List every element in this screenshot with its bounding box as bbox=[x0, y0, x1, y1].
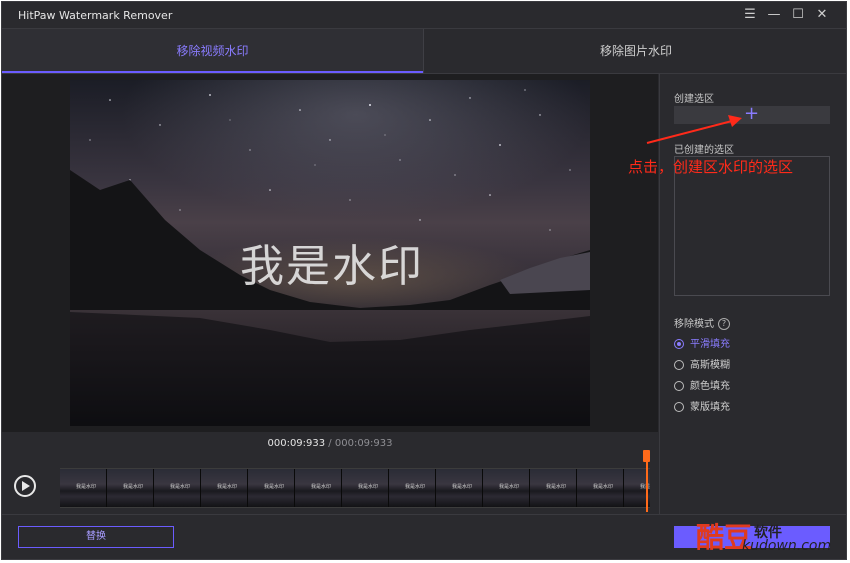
timeline-thumbnail: 我是水印 bbox=[342, 469, 389, 507]
tab-remove-image-watermark[interactable]: 移除图片水印 bbox=[424, 29, 846, 73]
timeline-thumbnail: 我是水印 bbox=[530, 469, 577, 507]
play-icon bbox=[22, 481, 30, 491]
timeline-thumbnail: 我是水印 bbox=[107, 469, 154, 507]
mode-label: 颜色填充 bbox=[690, 381, 730, 392]
annotation-text: 点击，创建区水印的选区 bbox=[628, 158, 794, 176]
removal-mode-text: 移除模式 bbox=[674, 319, 714, 330]
add-selection-button[interactable]: + bbox=[674, 103, 830, 124]
created-selection-label: 已创建的选区 bbox=[674, 145, 734, 156]
thumb-watermark: 我是水印 bbox=[311, 484, 332, 490]
mode-gaussian-blur[interactable]: 高斯模糊 bbox=[674, 358, 730, 374]
total-time: 000:09:933 bbox=[334, 438, 393, 449]
mode-color-fill[interactable]: 颜色填充 bbox=[674, 379, 730, 395]
thumb-watermark: 我是水印 bbox=[264, 484, 285, 490]
site-logo: 酷豆 软件 kudown.com bbox=[696, 521, 846, 557]
thumb-watermark: 我是水印 bbox=[405, 484, 426, 490]
thumb-watermark: 我是水印 bbox=[76, 484, 97, 490]
watermark-text: 我是水印 bbox=[240, 241, 424, 292]
timeline-thumbnail: 我是水印 bbox=[201, 469, 248, 507]
timeline-thumbnail: 我是水印 bbox=[483, 469, 530, 507]
radio-icon bbox=[674, 381, 684, 391]
app-window: HitPaw Watermark Remover ☰ — ☐ ✕ 移除视频水印 … bbox=[1, 1, 847, 560]
minimize-icon[interactable]: — bbox=[764, 6, 784, 24]
right-panel: 创建选区 + 已创建的选区 移除模式? 平滑填充 高斯模糊 颜色填充 蒙版填充 bbox=[659, 74, 846, 514]
thumb-watermark: 我是水印 bbox=[546, 484, 567, 490]
thumb-watermark: 我是水印 bbox=[452, 484, 473, 490]
video-frame[interactable]: 我是水印 bbox=[70, 80, 590, 426]
removal-mode-label: 移除模式? bbox=[674, 315, 730, 330]
timeline-thumbnail: 我是水印 bbox=[389, 469, 436, 507]
timeline-thumbnail: 我是水印 bbox=[154, 469, 201, 507]
time-separator: / bbox=[325, 438, 335, 449]
timeline-thumbnail: 我是水印 bbox=[295, 469, 342, 507]
tab-label: 移除视频水印 bbox=[176, 44, 249, 58]
help-icon[interactable]: ? bbox=[718, 318, 730, 330]
thumb-watermark: 我是水印 bbox=[593, 484, 614, 490]
timeline-thumbnail: 我是水印 bbox=[436, 469, 483, 507]
maximize-icon[interactable]: ☐ bbox=[788, 6, 808, 24]
thumb-watermark: 我是水印 bbox=[640, 484, 650, 490]
plus-icon: + bbox=[744, 103, 760, 124]
mode-label: 平滑填充 bbox=[690, 339, 730, 350]
mode-label: 高斯模糊 bbox=[690, 360, 730, 371]
mode-smooth-fill[interactable]: 平滑填充 bbox=[674, 337, 730, 353]
play-button[interactable] bbox=[14, 475, 36, 497]
mode-mask-fill[interactable]: 蒙版填充 bbox=[674, 400, 730, 416]
video-preview-area: 我是水印 bbox=[2, 74, 658, 432]
app-title: HitPaw Watermark Remover bbox=[18, 9, 173, 22]
created-selection-list[interactable] bbox=[674, 156, 830, 296]
create-selection-label: 创建选区 bbox=[674, 94, 714, 105]
thumb-watermark: 我是水印 bbox=[217, 484, 238, 490]
replace-button[interactable]: 替换 bbox=[18, 526, 174, 548]
current-time: 000:09:933 bbox=[267, 438, 326, 449]
timeline-thumbnail: 我是水印 bbox=[248, 469, 295, 507]
thumb-watermark: 我是水印 bbox=[358, 484, 379, 490]
thumb-watermark: 我是水印 bbox=[123, 484, 144, 490]
playhead[interactable] bbox=[646, 456, 648, 512]
thumb-watermark: 我是水印 bbox=[170, 484, 191, 490]
filmstrip[interactable]: 我是水印 我是水印 我是水印 我是水印 我是水印 我是水印 我是水印 我是水印 … bbox=[60, 468, 650, 508]
thumb-watermark: 我是水印 bbox=[499, 484, 520, 490]
mode-tabs: 移除视频水印 移除图片水印 bbox=[2, 28, 846, 74]
time-display: 000:09:933 / 000:09:933 bbox=[2, 432, 658, 456]
radio-icon bbox=[674, 360, 684, 370]
timeline: 我是水印 我是水印 我是水印 我是水印 我是水印 我是水印 我是水印 我是水印 … bbox=[2, 450, 658, 514]
active-tab-indicator bbox=[2, 71, 423, 73]
logo-url-text: kudown.com bbox=[742, 538, 832, 554]
menu-icon[interactable]: ☰ bbox=[740, 6, 760, 24]
mode-label: 蒙版填充 bbox=[690, 402, 730, 413]
tab-remove-video-watermark[interactable]: 移除视频水印 bbox=[2, 29, 423, 73]
close-icon[interactable]: ✕ bbox=[812, 6, 832, 24]
timeline-thumbnail: 我是水印 bbox=[577, 469, 624, 507]
radio-icon bbox=[674, 402, 684, 412]
radio-icon bbox=[674, 339, 684, 349]
title-bar: HitPaw Watermark Remover ☰ — ☐ ✕ bbox=[2, 2, 846, 28]
tab-label: 移除图片水印 bbox=[599, 44, 672, 58]
timeline-thumbnail: 我是水印 bbox=[60, 469, 107, 507]
